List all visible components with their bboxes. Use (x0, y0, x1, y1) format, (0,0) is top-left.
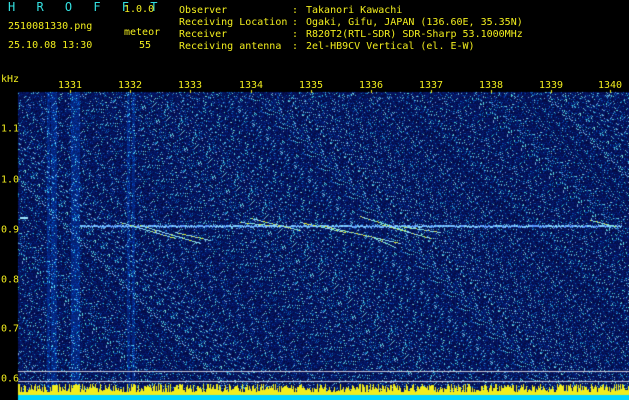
x-tick-label: 1340 (597, 80, 623, 91)
antenna-label: Receiving antenna (179, 41, 282, 52)
location-value: Ogaki, Gifu, JAPAN (136.60E, 35.35N) (306, 17, 523, 28)
receiver-value: R820T2(RTL-SDR) SDR-Sharp 53.1000MHz (306, 29, 523, 40)
y-tick-label: 0.6 (1, 373, 20, 385)
y-tick-label: 1.1 (1, 123, 20, 135)
x-tick-label: 1331 (57, 80, 83, 91)
file-name: 2510081330.png (8, 21, 93, 32)
observer-value: Takanori Kawachi (306, 5, 403, 16)
y-tick-label: 0.8 (1, 274, 20, 286)
receiver-label: Receiver (179, 29, 228, 40)
capture-datetime: 25.10.08 13:30 (8, 40, 93, 51)
header-panel: H R O F F T 1.0.0 2510081330.png 25.10.0… (0, 0, 629, 72)
x-tick-label: 1337 (418, 80, 444, 91)
y-tick-label: 1.0 (1, 174, 20, 186)
location-label: Receiving Location (179, 17, 288, 28)
receiver-separator: : (292, 29, 299, 40)
x-tick-label: 1332 (117, 80, 143, 91)
detection-label: meteor (124, 27, 161, 38)
observer-label: Observer (179, 5, 228, 16)
observer-separator: : (292, 5, 299, 16)
x-tick-label: 1336 (358, 80, 384, 91)
y-axis-unit: kHz (1, 74, 20, 85)
antenna-separator: : (292, 41, 299, 52)
app-version: 1.0.0 (124, 4, 155, 15)
x-tick-label: 1338 (478, 80, 504, 91)
x-tick-label: 1333 (177, 80, 203, 91)
x-tick-label: 1335 (298, 80, 324, 91)
antenna-value: 2el-HB9CV Vertical (el. E-W) (306, 41, 475, 52)
y-tick-label: 0.9 (1, 224, 20, 236)
x-tick-label: 1334 (238, 80, 264, 91)
location-separator: : (292, 17, 299, 28)
detection-count: 55 (139, 40, 152, 51)
x-tick-label: 1339 (538, 80, 564, 91)
y-tick-label: 0.7 (1, 323, 20, 335)
